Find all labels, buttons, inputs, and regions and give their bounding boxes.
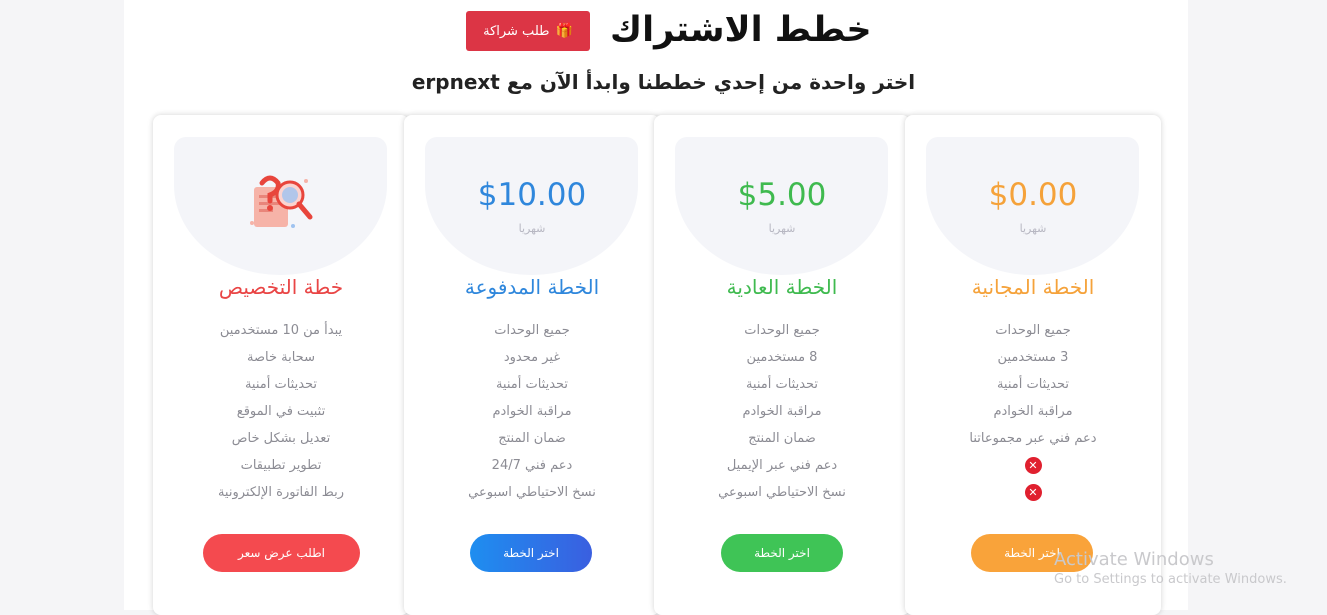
plan-period: شهريا: [518, 222, 546, 235]
feature-item: تثبيت في الموقع: [236, 404, 326, 419]
plan-period: شهريا: [1019, 222, 1047, 235]
partner-request-button[interactable]: 🎁 طلب شراكة: [466, 11, 590, 51]
feature-item: ضمان المنتج: [498, 431, 566, 446]
x-circle-icon: ✕: [1024, 457, 1042, 474]
feature-item: دعم فني عبر مجموعاتنا: [969, 431, 1097, 446]
plan-title: الخطة المدفوعة: [464, 275, 600, 299]
feature-item: يبدأ من 10 مستخدمين: [219, 323, 343, 338]
gift-icon: 🎁: [555, 23, 573, 39]
page-subtitle: اختر واحدة من إحدي خططنا وابدأ الآن مع e…: [411, 70, 916, 94]
choose-plan-button[interactable]: اختر الخطة: [470, 534, 592, 572]
feature-item: تطوير تطبيقات: [240, 458, 322, 473]
feature-item: سحابة خاصة: [247, 350, 315, 365]
watermark-line1: Activate Windows: [1054, 549, 1214, 570]
plan-card-regular: $5.00 شهريا الخطة العادية جميع الوحدات 8…: [654, 115, 910, 615]
feature-item: تحديثات أمنية: [745, 377, 819, 392]
feature-item: تحديثات أمنية: [996, 377, 1070, 392]
feature-item: مراقبة الخوادم: [742, 404, 822, 419]
feature-item: دعم فني عبر الإيميل: [726, 458, 838, 473]
plan-card-paid: $10.00 شهريا الخطة المدفوعة جميع الوحدات…: [404, 115, 660, 615]
feature-list: يبدأ من 10 مستخدمين سحابة خاصة تحديثات أ…: [153, 321, 409, 510]
feature-item: جميع الوحدات: [995, 323, 1071, 338]
feature-list: جميع الوحدات 8 مستخدمين تحديثات أمنية مر…: [654, 321, 910, 510]
feature-item: نسخ الاحتياطي اسبوعي: [468, 485, 596, 500]
feature-item: نسخ الاحتياطي اسبوعي: [718, 485, 846, 500]
feature-item: جميع الوحدات: [494, 323, 570, 338]
question-magnifier-icon: [250, 175, 313, 228]
feature-list: جميع الوحدات غير محدود تحديثات أمنية مرا…: [404, 321, 660, 510]
x-circle-icon: ✕: [1024, 484, 1042, 501]
plan-price: $10.00: [477, 177, 587, 213]
watermark-line2: Go to Settings to activate Windows.: [1054, 572, 1287, 587]
feature-item: مراقبة الخوادم: [492, 404, 572, 419]
plan-title: الخطة العادية: [726, 275, 838, 299]
feature-item: 3 مستخدمين: [997, 350, 1069, 365]
plan-price: $0.00: [988, 177, 1078, 213]
feature-unavailable: ✕: [905, 456, 1161, 483]
plan-title: الخطة المجانية: [971, 275, 1095, 299]
feature-item: ربط الفاتورة الإلكترونية: [217, 485, 345, 500]
feature-item: غير محدود: [503, 350, 561, 365]
feature-item: ضمان المنتج: [748, 431, 816, 446]
feature-item: تحديثات أمنية: [495, 377, 569, 392]
plan-price: $5.00: [737, 177, 827, 213]
feature-item: دعم فني 24/7: [491, 458, 573, 473]
feature-item: 8 مستخدمين: [746, 350, 818, 365]
feature-unavailable: ✕: [905, 483, 1161, 510]
feature-list: جميع الوحدات 3 مستخدمين تحديثات أمنية مر…: [905, 321, 1161, 510]
page-title: خطط الاشتراك: [610, 10, 872, 50]
windows-activation-watermark: Activate Windows Go to Settings to activ…: [1054, 549, 1287, 587]
request-quote-button[interactable]: اطلب عرض سعر: [203, 534, 360, 572]
feature-item: تعديل بشكل خاص: [231, 431, 331, 446]
plan-card-free: $0.00 شهريا الخطة المجانية جميع الوحدات …: [905, 115, 1161, 615]
partner-request-label: طلب شراكة: [483, 23, 550, 39]
choose-plan-button[interactable]: اختر الخطة: [721, 534, 843, 572]
plan-card-custom: خطة التخصيص يبدأ من 10 مستخدمين سحابة خا…: [153, 115, 409, 615]
feature-item: جميع الوحدات: [744, 323, 820, 338]
feature-item: مراقبة الخوادم: [993, 404, 1073, 419]
feature-item: تحديثات أمنية: [244, 377, 318, 392]
plan-period: شهريا: [768, 222, 796, 235]
plan-title: خطة التخصيص: [218, 275, 344, 299]
